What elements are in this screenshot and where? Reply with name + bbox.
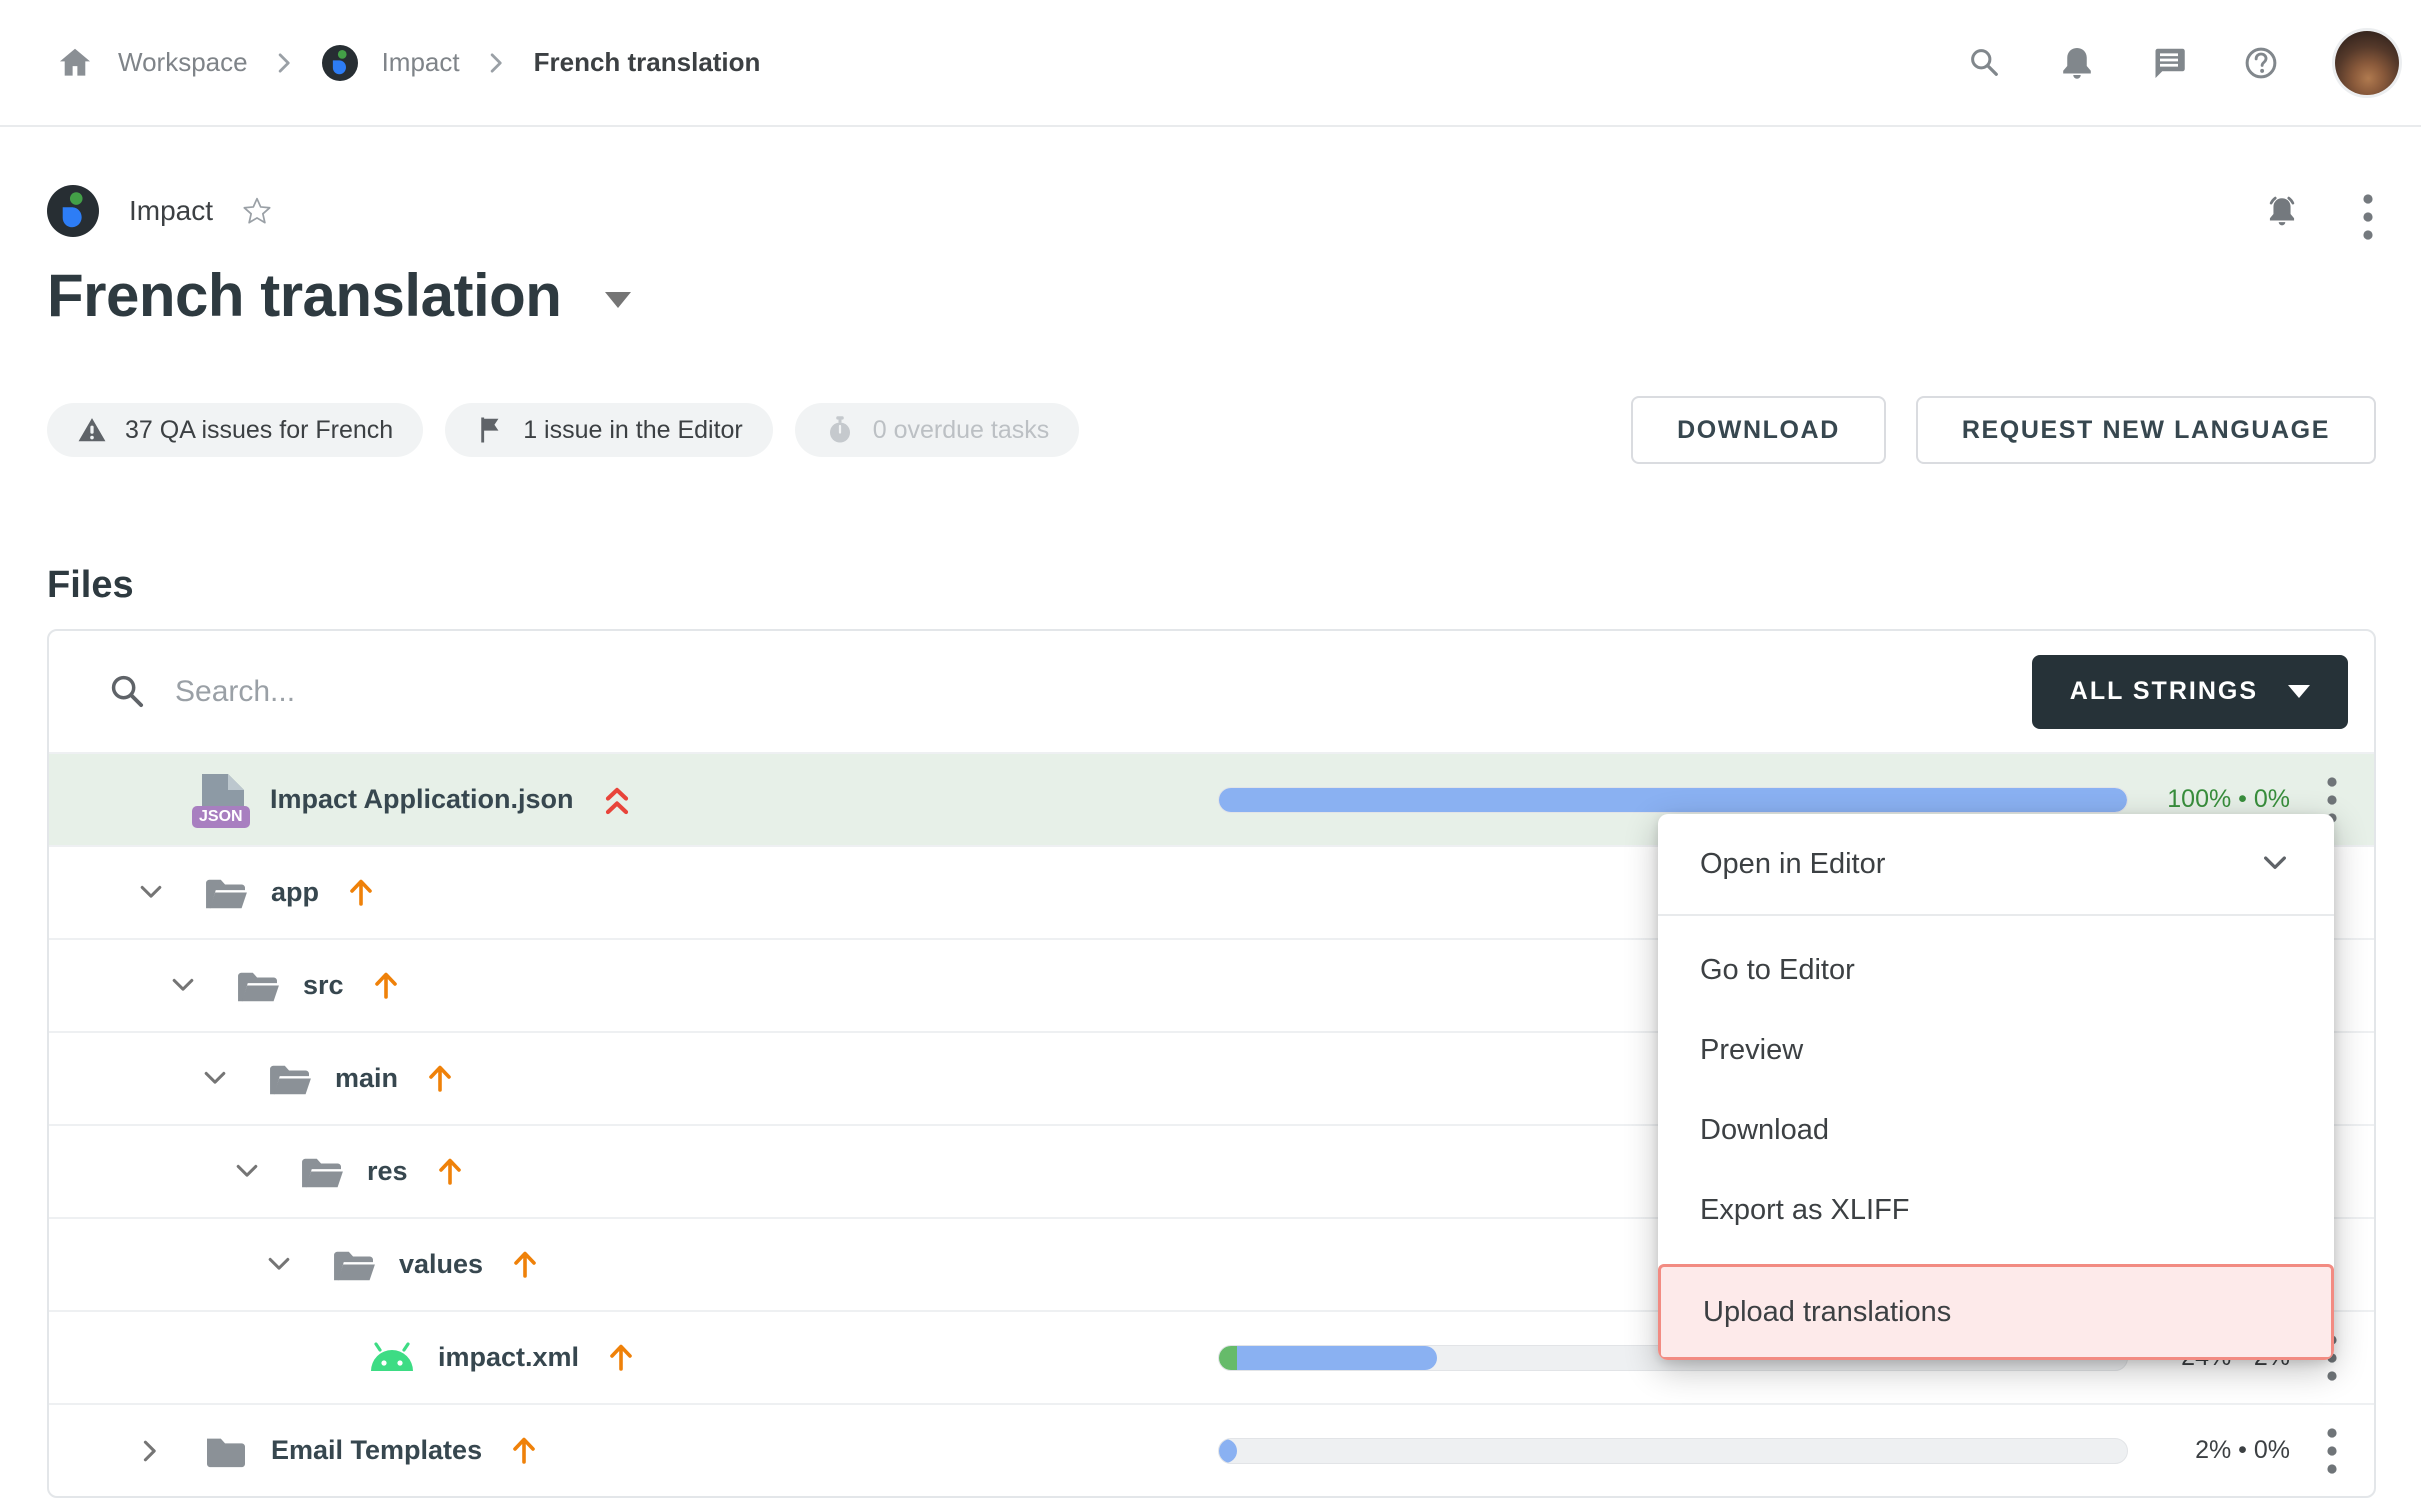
folder-name: src bbox=[303, 970, 344, 1001]
upload-arrow-icon[interactable] bbox=[508, 1434, 540, 1468]
breadcrumb-current-page: French translation bbox=[534, 47, 761, 78]
folder-open-icon bbox=[331, 1246, 377, 1284]
folder-open-icon bbox=[235, 967, 281, 1005]
search-icon bbox=[107, 671, 149, 713]
folder-name: Email Templates bbox=[271, 1435, 482, 1466]
chevron-right-icon[interactable] bbox=[135, 1435, 167, 1467]
json-file-icon: JSON bbox=[198, 772, 248, 828]
timer-icon bbox=[825, 415, 855, 445]
upload-arrow-icon[interactable] bbox=[509, 1248, 541, 1282]
upload-arrow-icon[interactable] bbox=[370, 969, 402, 1003]
breadcrumb-workspace[interactable]: Workspace bbox=[118, 47, 248, 78]
chevron-down-icon[interactable] bbox=[135, 877, 167, 909]
editor-issues-label: 1 issue in the Editor bbox=[523, 416, 743, 445]
chevron-down-icon bbox=[2258, 847, 2292, 881]
menu-item-open-in-editor[interactable]: Open in Editor bbox=[1658, 814, 2334, 916]
menu-item-download[interactable]: Download bbox=[1658, 1090, 2334, 1170]
star-favorite-icon[interactable] bbox=[241, 195, 273, 227]
flag-icon bbox=[475, 415, 505, 445]
upload-arrow-icon[interactable] bbox=[605, 1341, 637, 1375]
notifications-bell-icon[interactable] bbox=[2059, 45, 2095, 81]
chevron-down-icon[interactable] bbox=[199, 1063, 231, 1095]
menu-item-export-as-xliff[interactable]: Export as XLIFF bbox=[1658, 1170, 2334, 1250]
top-navigation-bar: Workspace Impact French translation bbox=[0, 0, 2421, 127]
progress-bar bbox=[1218, 1438, 2128, 1464]
upload-arrow-icon[interactable] bbox=[434, 1155, 466, 1189]
menu-item-preview[interactable]: Preview bbox=[1658, 1010, 2334, 1090]
chevron-down-icon bbox=[2288, 685, 2310, 698]
breadcrumb: Workspace Impact French translation bbox=[56, 44, 760, 82]
user-avatar[interactable] bbox=[2335, 31, 2399, 95]
chat-icon[interactable] bbox=[2151, 45, 2187, 81]
folder-open-icon bbox=[267, 1060, 313, 1098]
menu-item-label: Open in Editor bbox=[1700, 848, 1885, 881]
folder-name: app bbox=[271, 877, 319, 908]
download-button[interactable]: DOWNLOAD bbox=[1631, 396, 1886, 464]
menu-item-go-to-editor[interactable]: Go to Editor bbox=[1658, 930, 2334, 1010]
overdue-tasks-chip: 0 overdue tasks bbox=[795, 403, 1080, 457]
folder-open-icon bbox=[203, 874, 249, 912]
files-heading: Files bbox=[47, 564, 2376, 607]
chevron-right-icon bbox=[484, 50, 510, 76]
progress-stats: 2% • 0% bbox=[2128, 1436, 2290, 1465]
chevron-down-icon[interactable] bbox=[231, 1156, 263, 1188]
files-search-row: ALL STRINGS bbox=[49, 631, 2374, 752]
progress-bar bbox=[1218, 787, 2128, 813]
qa-issues-chip[interactable]: 37 QA issues for French bbox=[47, 403, 423, 457]
breadcrumb-project[interactable]: Impact bbox=[382, 47, 460, 78]
chevron-right-icon bbox=[272, 50, 298, 76]
warning-icon bbox=[77, 415, 107, 445]
folder-name: values bbox=[399, 1249, 483, 1280]
project-name[interactable]: Impact bbox=[129, 195, 213, 227]
android-file-icon bbox=[368, 1341, 416, 1375]
high-priority-icon bbox=[600, 782, 634, 818]
help-icon[interactable] bbox=[2243, 45, 2279, 81]
project-logo bbox=[47, 185, 99, 237]
qa-issues-label: 37 QA issues for French bbox=[125, 416, 393, 445]
notifications-active-icon[interactable] bbox=[2264, 193, 2300, 229]
files-search-input[interactable] bbox=[175, 675, 2032, 709]
title-dropdown-caret-icon[interactable] bbox=[605, 292, 631, 308]
request-new-language-button[interactable]: REQUEST NEW LANGUAGE bbox=[1916, 396, 2376, 464]
search-icon[interactable] bbox=[1967, 45, 2003, 81]
file-context-menu: Open in Editor Go to Editor Preview Down… bbox=[1658, 814, 2334, 1360]
chevron-down-icon[interactable] bbox=[263, 1249, 295, 1281]
folder-open-icon bbox=[299, 1153, 345, 1191]
overdue-tasks-label: 0 overdue tasks bbox=[873, 416, 1050, 445]
folder-icon bbox=[203, 1432, 249, 1470]
home-icon[interactable] bbox=[56, 44, 94, 82]
progress-stats: 100% • 0% bbox=[2128, 785, 2290, 814]
row-more-vert-icon[interactable] bbox=[2326, 1427, 2338, 1475]
more-vert-icon[interactable] bbox=[2362, 193, 2376, 229]
menu-item-upload-translations[interactable]: Upload translations bbox=[1658, 1264, 2334, 1360]
project-logo-small bbox=[322, 45, 358, 81]
chevron-down-icon[interactable] bbox=[167, 970, 199, 1002]
file-name: Impact Application.json bbox=[270, 784, 574, 815]
strings-filter-label: ALL STRINGS bbox=[2070, 677, 2258, 706]
upload-arrow-icon[interactable] bbox=[424, 1062, 456, 1096]
editor-issues-chip[interactable]: 1 issue in the Editor bbox=[445, 403, 773, 457]
folder-name: main bbox=[335, 1063, 398, 1094]
strings-filter-button[interactable]: ALL STRINGS bbox=[2032, 655, 2348, 729]
project-header: Impact bbox=[47, 185, 2376, 237]
folder-name: res bbox=[367, 1156, 408, 1187]
upload-arrow-icon[interactable] bbox=[345, 876, 377, 910]
folder-row-email-templates[interactable]: Email Templates 2% • 0% bbox=[49, 1403, 2374, 1496]
page-title: French translation bbox=[47, 261, 561, 330]
file-name: impact.xml bbox=[438, 1342, 579, 1373]
